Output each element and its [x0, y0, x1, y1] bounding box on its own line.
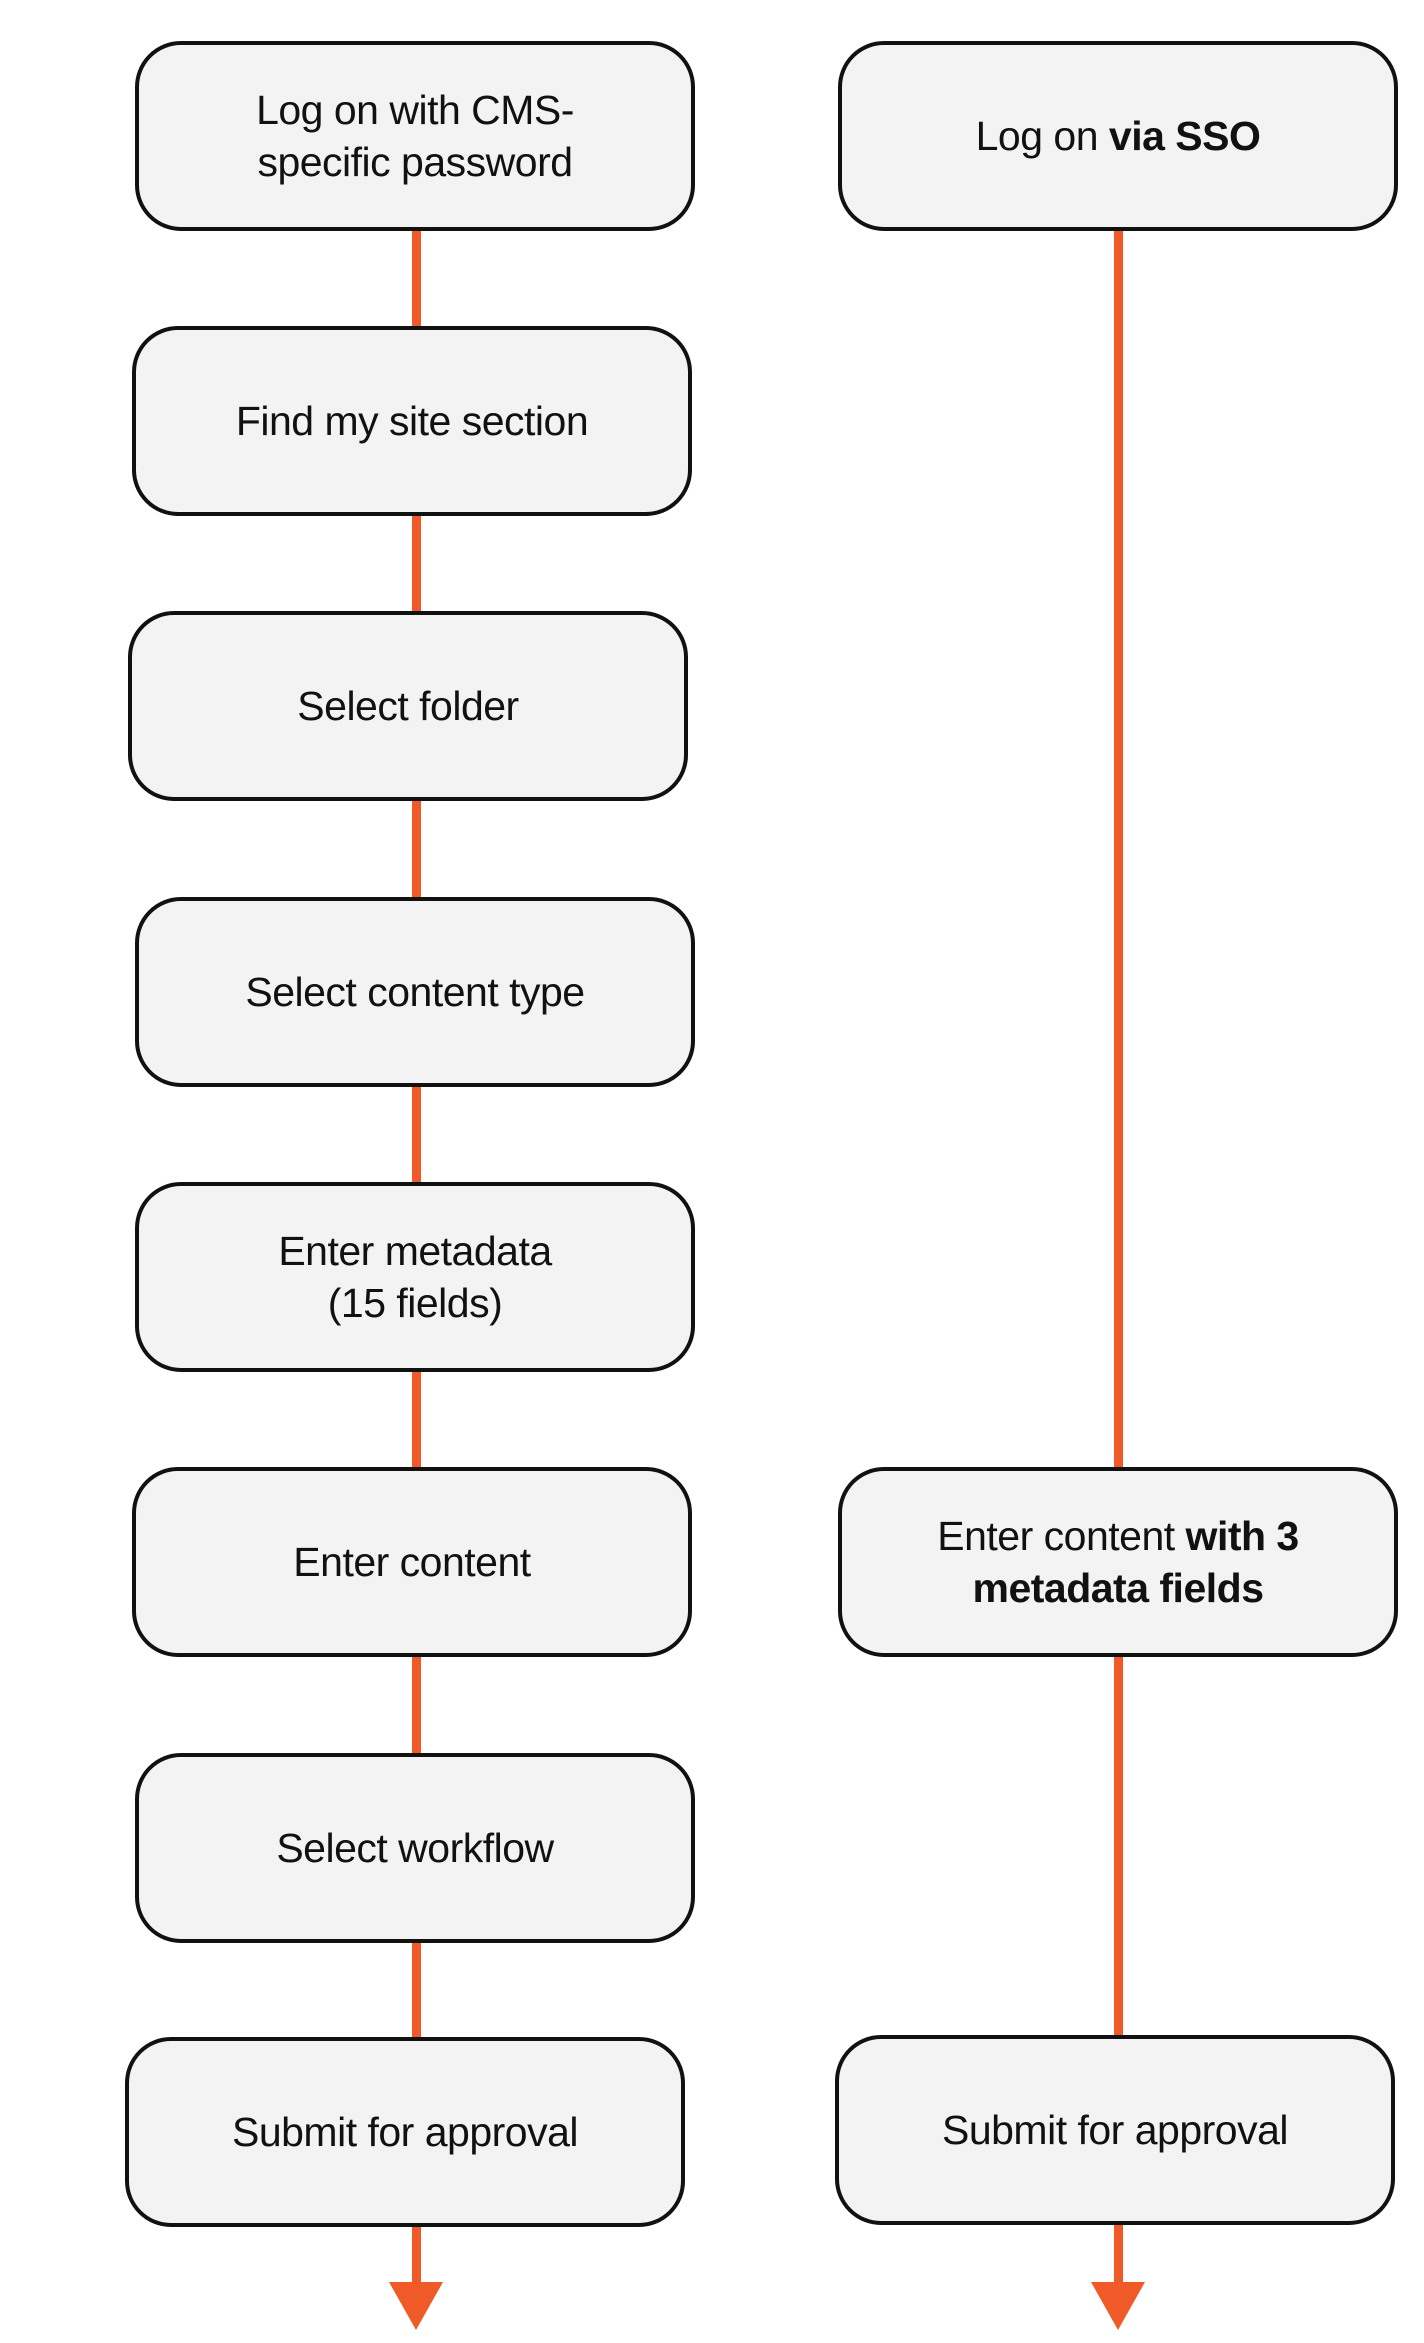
right-step-1: Log on via SSO [838, 41, 1398, 231]
step-label: Log on with CMS-specific password [256, 87, 574, 185]
left-step-8: Submit for approval [125, 2037, 685, 2227]
left-step-6: Enter content [132, 1467, 692, 1657]
left-step-2: Find my site section [132, 326, 692, 516]
right-step-3: Submit for approval [835, 2035, 1395, 2225]
step-label: Submit for approval [231, 2109, 579, 2155]
left-step-1: Log on with CMS-specific password [135, 41, 695, 231]
step-label-bold: via SSO [1108, 113, 1261, 159]
step-label: Enter content with 3 metadata fields [892, 1510, 1344, 1614]
step-label: Log on via SSO [976, 110, 1261, 162]
right-connector-line [1114, 230, 1123, 2290]
right-arrowhead-icon [1091, 2282, 1145, 2330]
step-label: Select content type [245, 969, 585, 1015]
step-label-plain: Enter content [937, 1513, 1186, 1559]
step-label: Find my site section [235, 398, 589, 444]
left-step-4: Select content type [135, 897, 695, 1087]
step-label-plain: Log on [975, 113, 1109, 159]
left-step-7: Select workflow [135, 1753, 695, 1943]
left-step-3: Select folder [128, 611, 688, 801]
step-label: Enter metadata (15 fields) [278, 1228, 552, 1326]
left-arrowhead-icon [389, 2282, 443, 2330]
step-label: Select workflow [276, 1825, 554, 1871]
step-label: Submit for approval [941, 2107, 1289, 2153]
step-label: Enter content [293, 1539, 531, 1585]
left-step-5: Enter metadata (15 fields) [135, 1182, 695, 1372]
step-label: Select folder [297, 683, 519, 729]
right-step-2: Enter content with 3 metadata fields [838, 1467, 1398, 1657]
